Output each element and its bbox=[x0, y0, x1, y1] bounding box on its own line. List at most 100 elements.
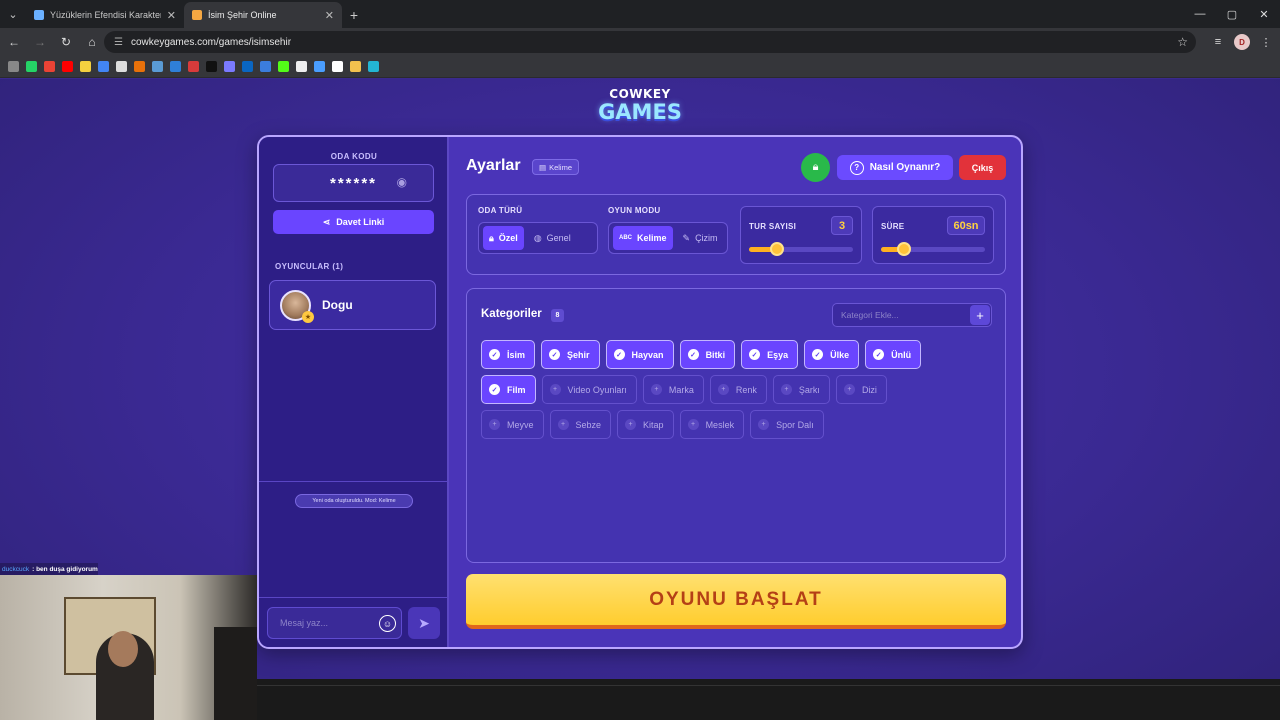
chip-row: ✓ Film + Video Oyunları + Marka + Renk + Şarkı + Di… bbox=[481, 375, 1001, 404]
gmail-bookmark-icon[interactable] bbox=[44, 61, 55, 72]
apps-icon[interactable] bbox=[8, 61, 19, 72]
forward-icon[interactable]: → bbox=[28, 30, 52, 54]
category-chip[interactable]: ✓ Hayvan bbox=[605, 340, 674, 369]
game-mode-draw[interactable]: ✎ Çizim bbox=[677, 226, 724, 250]
category-chip[interactable]: ✓ İsim bbox=[481, 340, 536, 369]
browser-tab-1[interactable]: Yüzüklerin Efendisi Karakterleri ✕ bbox=[26, 2, 184, 28]
chat-placeholder: Mesaj yaz... bbox=[280, 618, 329, 628]
bookmark-icon[interactable] bbox=[296, 61, 307, 72]
bookmark-icon[interactable] bbox=[80, 61, 91, 72]
category-chip[interactable]: ✓ Film bbox=[481, 375, 536, 404]
tab-search-icon[interactable]: ⌄ bbox=[0, 0, 26, 28]
category-chip[interactable]: ✓ Eşya bbox=[741, 340, 799, 369]
back-icon[interactable]: ← bbox=[2, 30, 26, 54]
plus-icon: + bbox=[549, 384, 561, 395]
plus-icon: + bbox=[625, 419, 637, 430]
tab-close-icon[interactable]: ✕ bbox=[325, 9, 334, 22]
send-icon: ➤ bbox=[418, 614, 430, 631]
bookmark-icon[interactable] bbox=[224, 61, 235, 72]
category-chip[interactable]: + Marka bbox=[642, 375, 704, 404]
category-chip[interactable]: ✓ Bitki bbox=[679, 340, 736, 369]
category-chip[interactable]: ✓ Ülke bbox=[804, 340, 860, 369]
category-chip[interactable]: + Kitap bbox=[617, 410, 674, 439]
category-chip-label: Marka bbox=[668, 384, 694, 395]
settings-title: Ayarlar bbox=[466, 157, 521, 174]
github-bookmark-icon[interactable] bbox=[332, 61, 343, 72]
invite-link-button[interactable]: ⋖ Davet Linki bbox=[273, 210, 434, 234]
category-chip[interactable]: ✓ Şehir bbox=[541, 340, 600, 369]
bookmark-icon[interactable] bbox=[134, 61, 145, 72]
close-window-icon[interactable]: ✕ bbox=[1248, 0, 1280, 28]
category-chip-label: Hayvan bbox=[631, 349, 664, 360]
address-bar[interactable]: ☰ cowkeygames.com/games/isimsehir ☆ bbox=[104, 31, 1196, 53]
category-chip-label: Film bbox=[507, 384, 526, 395]
bookmark-icon[interactable] bbox=[116, 61, 127, 72]
media-icon[interactable]: ≡ bbox=[1210, 34, 1226, 50]
category-chip[interactable]: + Renk bbox=[709, 375, 767, 404]
home-icon[interactable]: ⌂ bbox=[80, 30, 104, 54]
category-chip[interactable]: ✓ Ünlü bbox=[865, 340, 922, 369]
bookmark-icon[interactable] bbox=[368, 61, 379, 72]
category-chip[interactable]: + Dizi bbox=[835, 375, 887, 404]
game-mode-word[interactable]: ABC Kelime bbox=[613, 226, 673, 250]
category-chip[interactable]: + Şarkı bbox=[772, 375, 830, 404]
plus-icon: + bbox=[650, 384, 662, 395]
category-chip-label: Sebze bbox=[575, 419, 602, 430]
how-to-play-button[interactable]: ? Nasıl Oynanır? bbox=[837, 155, 953, 180]
bookmark-icon[interactable] bbox=[260, 61, 271, 72]
category-chip[interactable]: + Spor Dalı bbox=[750, 410, 824, 439]
menu-kebab-icon[interactable]: ⋮ bbox=[1258, 34, 1274, 50]
room-type-private[interactable]: 🔒︎ Özel bbox=[483, 226, 524, 250]
category-chip-label: İsim bbox=[507, 349, 526, 360]
minimize-icon[interactable]: — bbox=[1184, 0, 1216, 28]
bookmark-icon[interactable] bbox=[152, 61, 163, 72]
bookmark-icon[interactable] bbox=[206, 61, 217, 72]
maximize-icon[interactable]: ▢ bbox=[1216, 0, 1248, 28]
plus-icon: + bbox=[557, 419, 569, 430]
category-chip[interactable]: + Meyve bbox=[481, 410, 544, 439]
linkedin-bookmark-icon[interactable] bbox=[242, 61, 253, 72]
how-to-play-label: Nasıl Oynanır? bbox=[869, 162, 941, 173]
cowkey-games-logo[interactable]: COWKEY GAMES bbox=[596, 88, 684, 124]
add-category-plus-icon[interactable]: + bbox=[970, 305, 990, 325]
eye-icon[interactable]: ◉ bbox=[397, 175, 407, 189]
globe-icon: ◍ bbox=[533, 232, 542, 243]
rounds-label: TUR SAYISI bbox=[749, 222, 797, 231]
check-icon: ✓ bbox=[687, 349, 699, 360]
bookmark-icon[interactable] bbox=[170, 61, 181, 72]
lock-button[interactable]: 🔒︎ bbox=[801, 153, 830, 182]
room-type-public[interactable]: ◍ Genel bbox=[528, 226, 577, 250]
category-chip[interactable]: + Sebze bbox=[549, 410, 612, 439]
bookmark-icon[interactable] bbox=[350, 61, 361, 72]
browser-tab-2[interactable]: İsim Şehir Online ✕ bbox=[184, 2, 342, 28]
exit-button[interactable]: Çıkış bbox=[959, 155, 1006, 180]
new-tab-button[interactable]: + bbox=[342, 2, 366, 28]
rounds-setting: TUR SAYISI 3 bbox=[740, 206, 862, 264]
stream-chat-message: : ben duşa gidiyorum bbox=[32, 565, 98, 573]
bookmark-icon[interactable] bbox=[188, 61, 199, 72]
player-card: ★ Dogu bbox=[269, 280, 436, 330]
profile-avatar[interactable]: D bbox=[1234, 34, 1250, 50]
send-button[interactable]: ➤ bbox=[408, 607, 440, 639]
bookmark-icon[interactable] bbox=[314, 61, 325, 72]
room-type-private-label: Özel bbox=[498, 233, 518, 243]
emoji-icon[interactable]: ☺ bbox=[379, 615, 396, 632]
whatsapp-bookmark-icon[interactable] bbox=[26, 61, 37, 72]
duration-slider-knob[interactable] bbox=[897, 242, 911, 256]
add-category-input[interactable]: Kategori Ekle... + bbox=[832, 303, 992, 327]
bookmark-icon[interactable] bbox=[98, 61, 109, 72]
bookmark-star-icon[interactable]: ☆ bbox=[1177, 35, 1188, 49]
category-chip[interactable]: + Meslek bbox=[679, 410, 745, 439]
tab-favicon-icon bbox=[192, 10, 202, 20]
category-chip[interactable]: + Video Oyunları bbox=[541, 375, 637, 404]
start-game-button[interactable]: OYUNU BAŞLAT bbox=[466, 574, 1006, 629]
youtube-bookmark-icon[interactable] bbox=[62, 61, 73, 72]
site-info-icon[interactable]: ☰ bbox=[114, 37, 123, 48]
rounds-slider-knob[interactable] bbox=[770, 242, 784, 256]
kick-bookmark-icon[interactable] bbox=[278, 61, 289, 72]
tab-close-icon[interactable]: ✕ bbox=[167, 9, 176, 22]
room-card: ODA KODU ****** ◉ ⋖ Davet Linki OYUNCULA… bbox=[257, 135, 1023, 649]
reload-icon[interactable]: ↻ bbox=[54, 30, 78, 54]
check-icon: ✓ bbox=[613, 349, 625, 360]
chat-input[interactable]: Mesaj yaz... ☺ bbox=[267, 607, 402, 639]
